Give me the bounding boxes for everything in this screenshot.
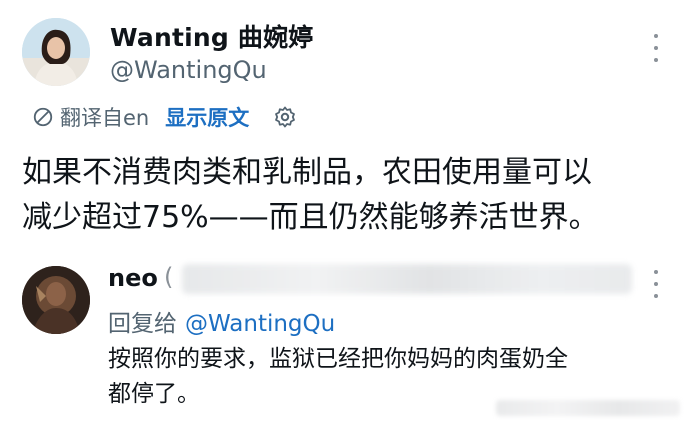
reply-author-avatar[interactable]	[22, 266, 90, 334]
translate-icon	[33, 107, 53, 127]
reply-text-line: 按照你的要求，监狱已经把你妈妈的肉蛋奶全	[108, 346, 568, 372]
reply-post: neo ( 回复给 @WantingQu 按照你的要求，监狱已经把你妈妈的肉蛋奶全…	[0, 250, 690, 428]
reply-author-name[interactable]: neo	[108, 264, 158, 292]
reply-author-handle-prefix: (	[164, 263, 174, 291]
show-original-link[interactable]: 显示原文	[165, 102, 249, 132]
more-options-icon[interactable]	[650, 34, 662, 62]
post-text-line: 如果不消费肉类和乳制品，农田使用量可以	[22, 155, 592, 190]
replying-to-line: 回复给 @WantingQu	[108, 304, 335, 338]
blurred-watermark	[496, 400, 680, 416]
reply-more-options-icon[interactable]	[650, 270, 662, 298]
translated-from-label: 翻译自en	[60, 106, 150, 130]
author-display-name[interactable]: Wanting 曲婉婷	[110, 18, 313, 54]
translation-bar: 翻译自en 显示原文	[32, 102, 297, 132]
author-handle[interactable]: @WantingQu	[110, 56, 267, 84]
gear-icon[interactable]	[273, 105, 297, 129]
post-text: 如果不消费肉类和乳制品，农田使用量可以 减少超过75%——而且仍然能够养活世界。	[22, 150, 672, 240]
original-post: Wanting 曲婉婷 @WantingQu 翻译自en 显示原文 如果不消费肉…	[0, 0, 690, 250]
post-text-line: 减少超过75%——而且仍然能够养活世界。	[22, 200, 599, 235]
replying-to-label: 回复给	[108, 311, 177, 337]
blurred-handle-redaction	[182, 264, 632, 294]
author-avatar[interactable]	[22, 18, 90, 86]
replying-to-mention[interactable]: @WantingQu	[185, 311, 335, 337]
